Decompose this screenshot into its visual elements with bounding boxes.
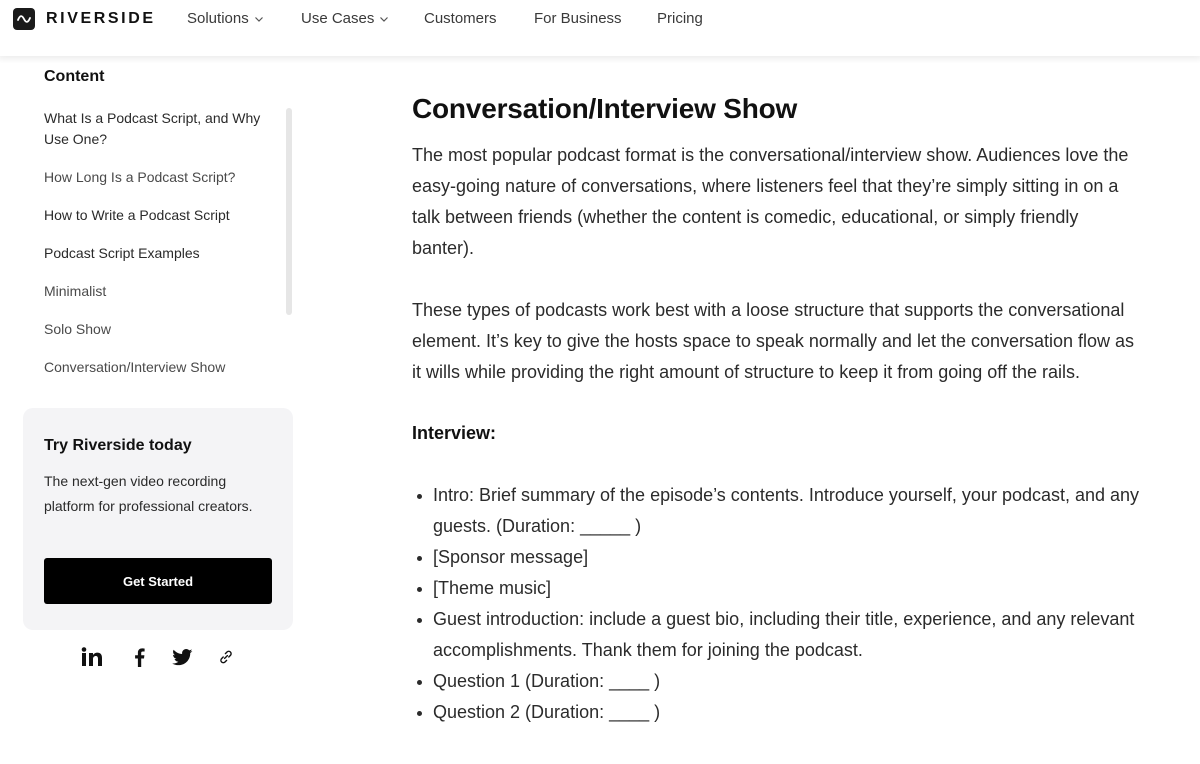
linkedin-icon[interactable]	[80, 645, 104, 669]
cta-title: Try Riverside today	[44, 437, 192, 454]
nav-pricing[interactable]: Pricing	[657, 10, 703, 27]
toc-item-examples[interactable]: Podcast Script Examples	[44, 243, 274, 264]
list-item: Question 2 (Duration: ____ )	[412, 697, 1142, 728]
subheading-interview: Interview:	[412, 423, 497, 443]
nav-use-cases[interactable]: Use Cases	[301, 10, 389, 27]
list-item: [Theme music]	[412, 573, 1142, 604]
link-icon[interactable]	[216, 645, 236, 669]
twitter-icon[interactable]	[171, 645, 193, 669]
chevron-down-icon	[380, 16, 389, 22]
nav-for-business-label: For Business	[534, 10, 622, 27]
brand-name: RIVERSIDE	[46, 10, 156, 27]
nav-customers-label: Customers	[424, 10, 497, 27]
section-heading: Conversation/Interview Show	[412, 93, 798, 124]
try-riverside-card: Try Riverside today The next-gen video r…	[23, 408, 293, 630]
toc-item-solo-show[interactable]: Solo Show	[44, 319, 274, 340]
nav-pricing-label: Pricing	[657, 10, 703, 27]
toc-item-how-to-write[interactable]: How to Write a Podcast Script	[44, 205, 274, 226]
brand-logo[interactable]: RIVERSIDE	[13, 8, 156, 30]
interview-outline-list: Intro: Brief summary of the episode’s co…	[412, 480, 1142, 728]
get-started-button[interactable]: Get Started	[44, 558, 272, 604]
toc-scrollbar[interactable]	[286, 108, 292, 315]
waveform-icon	[13, 8, 35, 30]
toc-item-how-long[interactable]: How Long Is a Podcast Script?	[44, 167, 274, 188]
facebook-icon[interactable]	[129, 645, 149, 669]
nav-for-business[interactable]: For Business	[534, 10, 622, 27]
list-item: Intro: Brief summary of the episode’s co…	[412, 480, 1142, 542]
nav-customers[interactable]: Customers	[424, 10, 497, 27]
table-of-contents: What Is a Podcast Script, and Why Use On…	[44, 108, 274, 395]
toc-item-minimalist[interactable]: Minimalist	[44, 281, 274, 302]
nav-use-cases-label: Use Cases	[301, 10, 375, 27]
article-body: Conversation/Interview Show The most pop…	[412, 90, 1142, 728]
paragraph: The most popular podcast format is the c…	[412, 145, 1129, 258]
nav-shadow	[0, 56, 1200, 64]
list-item: Guest introduction: include a guest bio,…	[412, 604, 1142, 666]
list-item: [Sponsor message]	[412, 542, 1142, 573]
cta-description: The next-gen video recording platform fo…	[44, 473, 253, 514]
nav-solutions-label: Solutions	[187, 10, 249, 27]
paragraph: These types of podcasts work best with a…	[412, 300, 1135, 382]
toc-item-conversation-interview[interactable]: Conversation/Interview Show	[44, 357, 274, 378]
toc-title: Content	[44, 68, 105, 85]
chevron-down-icon	[254, 16, 263, 22]
list-item: Question 1 (Duration: ____ )	[412, 666, 1142, 697]
nav-solutions[interactable]: Solutions	[187, 10, 264, 27]
top-navbar: RIVERSIDE Solutions Use Cases Customers …	[0, 0, 1200, 56]
toc-item-what-is-podcast-script[interactable]: What Is a Podcast Script, and Why Use On…	[44, 108, 274, 150]
share-links	[80, 645, 236, 669]
